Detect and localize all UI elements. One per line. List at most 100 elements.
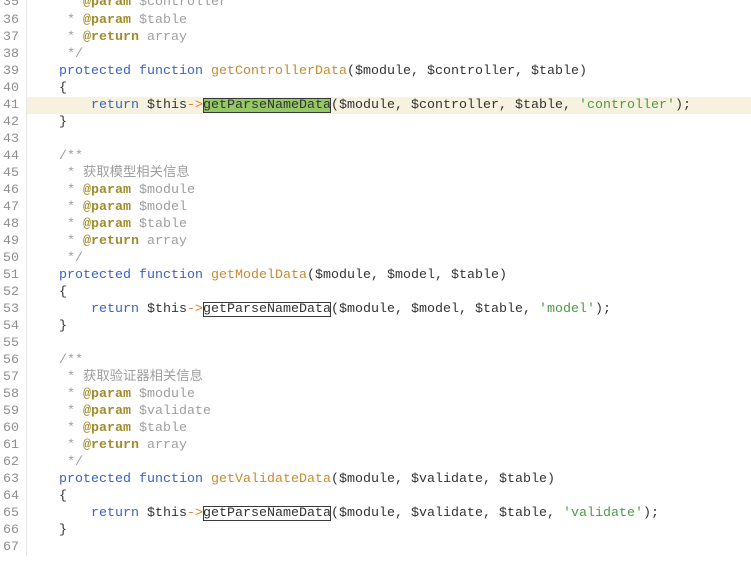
- line-number: 61: [0, 436, 27, 454]
- code-text: }: [27, 114, 751, 131]
- code-line[interactable]: 67: [0, 538, 751, 556]
- comment-text: /**: [59, 352, 83, 368]
- code-line[interactable]: 51 protected function getModelData($modu…: [0, 266, 751, 284]
- doc-tag: @param: [83, 420, 131, 436]
- doc-tag: @param: [83, 216, 131, 232]
- comment-text: $controller: [131, 0, 227, 10]
- keyword: function: [138, 267, 203, 283]
- line-number: 52: [0, 283, 27, 301]
- code-line[interactable]: 60 * @param $table: [0, 419, 751, 437]
- operator: ->: [187, 505, 203, 521]
- code-line[interactable]: 64 {: [0, 487, 751, 505]
- punctuation: (: [330, 505, 339, 521]
- comment-text: *: [67, 12, 83, 28]
- punctuation: }: [59, 522, 67, 538]
- operator: ->: [187, 301, 203, 317]
- line-number: 36: [0, 11, 27, 29]
- punctuation: (: [330, 97, 339, 113]
- current-code-line[interactable]: 41 return $this->getParseNameData($modul…: [0, 96, 751, 114]
- keyword: function: [138, 63, 203, 79]
- punctuation: ): [546, 471, 555, 487]
- variable: $model: [410, 301, 459, 317]
- code-line[interactable]: 65 return $this->getParseNameData($modul…: [0, 504, 751, 522]
- code-line[interactable]: 37 * @return array: [0, 28, 751, 46]
- line-number: 51: [0, 266, 27, 284]
- code-line[interactable]: 43: [0, 130, 751, 148]
- code-line[interactable]: 52 {: [0, 283, 751, 301]
- punctuation: (: [346, 63, 355, 79]
- code-line[interactable]: 44 /**: [0, 147, 751, 165]
- line-number: 37: [0, 28, 27, 46]
- comment-text: array: [139, 437, 187, 453]
- line-number: 63: [0, 470, 27, 488]
- code-line[interactable]: 35 * @param $controller: [0, 0, 751, 12]
- code-line[interactable]: 39 protected function getControllerData(…: [0, 62, 751, 80]
- code-line[interactable]: 50 */: [0, 249, 751, 267]
- comment-text: $table: [131, 216, 187, 232]
- line-number: 60: [0, 419, 27, 437]
- code-text: /**: [27, 148, 751, 165]
- code-line[interactable]: 56 /**: [0, 351, 751, 369]
- punctuation: }: [59, 318, 67, 334]
- code-line[interactable]: 58 * @param $module: [0, 385, 751, 403]
- code-text: * 获取验证器相关信息: [27, 369, 751, 386]
- code-text: return $this->getParseNameData($module, …: [27, 96, 751, 114]
- variable: $module: [314, 267, 371, 283]
- line-number: 54: [0, 317, 27, 335]
- code-line[interactable]: 36 * @param $table: [0, 11, 751, 29]
- code-text: /**: [27, 352, 751, 369]
- comment-text: */: [67, 454, 83, 470]
- code-line[interactable]: 48 * @param $table: [0, 215, 751, 233]
- doc-tag: @param: [83, 199, 131, 215]
- code-line[interactable]: 62 */: [0, 453, 751, 471]
- keyword: protected: [59, 471, 131, 487]
- code-line[interactable]: 42 }: [0, 113, 751, 131]
- code-line[interactable]: 46 * @param $module: [0, 181, 751, 199]
- code-line[interactable]: 61 * @return array: [0, 436, 751, 454]
- comment-text: $table: [131, 12, 187, 28]
- code-line[interactable]: 40 {: [0, 79, 751, 97]
- string-literal: 'validate': [562, 505, 643, 521]
- code-text: protected function getControllerData($mo…: [27, 63, 751, 80]
- code-line[interactable]: 66 }: [0, 521, 751, 539]
- doc-tag: @param: [83, 12, 131, 28]
- code-text: * @param $table: [27, 420, 751, 437]
- code-line[interactable]: 53 return $this->getParseNameData($modul…: [0, 300, 751, 318]
- code-text: * @param $module: [27, 182, 751, 199]
- code-text: * @param $table: [27, 12, 751, 29]
- code-text: return $this->getParseNameData($module, …: [27, 505, 751, 522]
- variable: $table: [530, 63, 579, 79]
- punctuation: ,: [562, 97, 579, 113]
- punctuation: ,: [410, 63, 427, 79]
- line-number: 41: [0, 96, 27, 114]
- code-line[interactable]: 54 }: [0, 317, 751, 335]
- code-line[interactable]: 55: [0, 334, 751, 352]
- code-line[interactable]: 47 * @param $model: [0, 198, 751, 216]
- code-text: {: [27, 284, 751, 301]
- line-number: 66: [0, 521, 27, 539]
- code-line[interactable]: 63 protected function getValidateData($m…: [0, 470, 751, 488]
- punctuation: ): [498, 267, 507, 283]
- code-editor[interactable]: 35 * @param $controller 36 * @param $tabl…: [0, 0, 751, 561]
- variable: $module: [354, 63, 411, 79]
- code-line[interactable]: 38 */: [0, 45, 751, 63]
- code-line[interactable]: 59 * @param $validate: [0, 402, 751, 420]
- code-line[interactable]: 49 * @return array: [0, 232, 751, 250]
- code-line[interactable]: 45 * 获取模型相关信息: [0, 164, 751, 182]
- punctuation: ,: [482, 471, 499, 487]
- keyword: return: [91, 505, 139, 521]
- punctuation: ,: [482, 505, 499, 521]
- code-line[interactable]: 57 * 获取验证器相关信息: [0, 368, 751, 386]
